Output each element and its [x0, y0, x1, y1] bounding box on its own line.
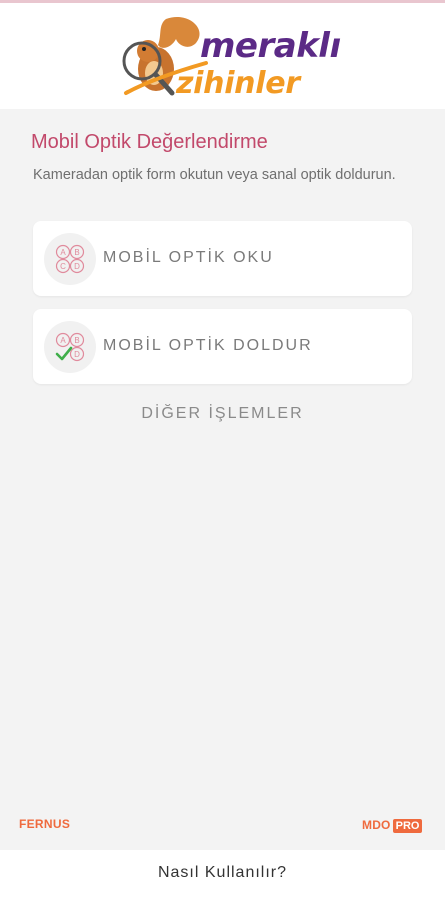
svg-text:D: D — [74, 262, 80, 271]
svg-text:C: C — [60, 262, 66, 271]
page-title: Mobil Optik Değerlendirme — [31, 131, 268, 153]
bubble-sheet-icon: AB CD — [44, 233, 96, 285]
header: meraklı zihinler — [0, 3, 445, 109]
app-logo: meraklı zihinler — [118, 11, 341, 105]
fernus-brand-logo: FERNUS — [19, 817, 71, 831]
other-actions-button[interactable]: DİĞER İŞLEMLER — [0, 405, 445, 423]
bubble-sheet-check-icon: AB D — [44, 321, 96, 373]
page-subtitle: Kameradan optik form okutun veya sanal o… — [33, 167, 396, 183]
logo-text-zihinler: zihinler — [176, 66, 300, 101]
svg-text:A: A — [60, 336, 66, 345]
svg-text:B: B — [74, 248, 79, 257]
mdo-pro-brand-logo: MDO PRO — [362, 816, 423, 833]
fill-optic-label: MOBİL OPTİK DOLDUR — [103, 337, 313, 354]
mdo-text: MDO — [362, 818, 391, 832]
logo-text-merakli: meraklı — [200, 26, 341, 66]
svg-text:D: D — [74, 350, 80, 359]
how-to-use-button[interactable]: Nasıl Kullanılır? — [0, 864, 445, 882]
pro-badge: PRO — [392, 819, 423, 833]
fill-optic-button[interactable]: AB D MOBİL OPTİK DOLDUR — [33, 309, 412, 384]
footer-bar: Nasıl Kullanılır? — [0, 850, 445, 900]
read-optic-label: MOBİL OPTİK OKU — [103, 249, 274, 266]
read-optic-button[interactable]: AB CD MOBİL OPTİK OKU — [33, 221, 412, 296]
svg-text:B: B — [74, 336, 79, 345]
svg-text:A: A — [60, 248, 66, 257]
